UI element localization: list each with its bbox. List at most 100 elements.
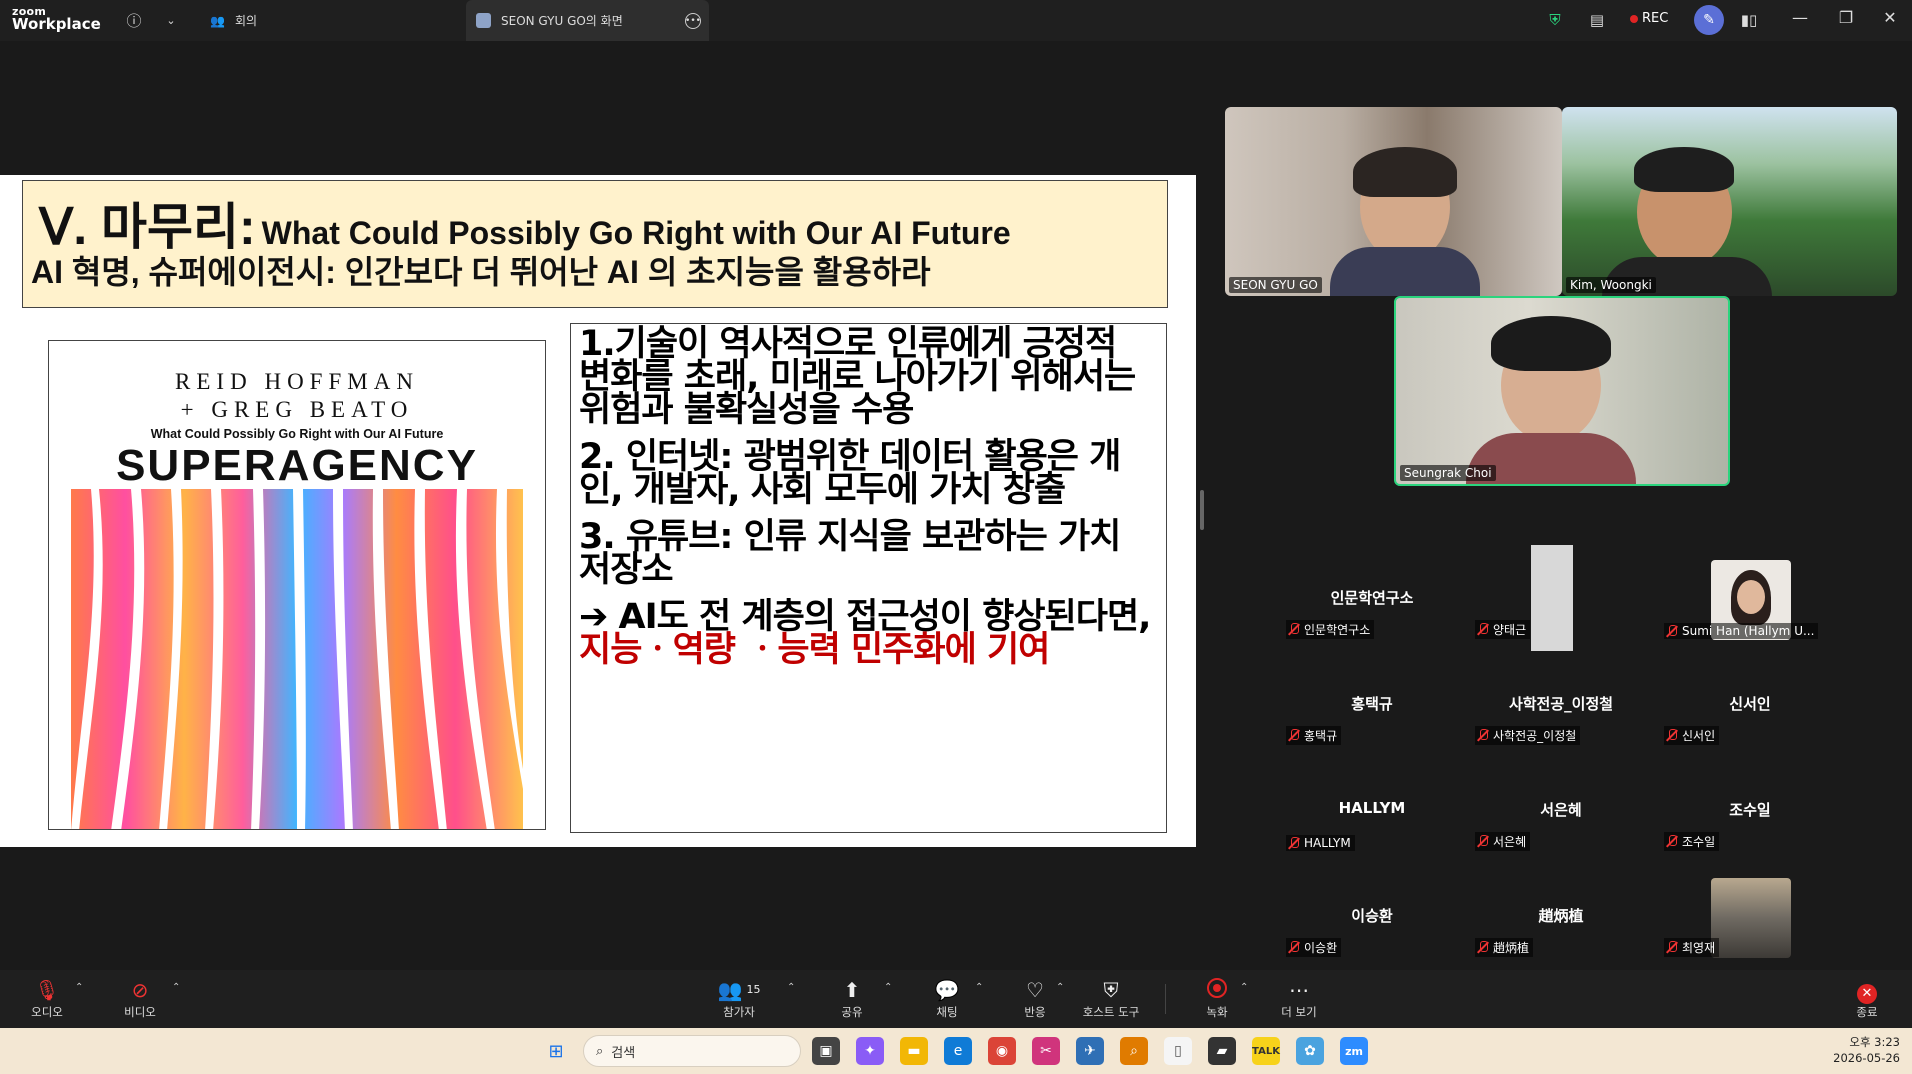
chat-icon: 💬: [934, 978, 960, 1002]
chevron-down-icon[interactable]: ⌄: [160, 9, 182, 31]
app-icon-2[interactable]: ✿: [1296, 1037, 1324, 1065]
tab-share[interactable]: SEON GYU GO의 화면 •••: [466, 0, 709, 41]
mic-muted-icon: [1666, 835, 1678, 848]
brand-bottom: Workplace: [12, 15, 101, 33]
mic-muted-icon: [1666, 729, 1678, 742]
edge-icon[interactable]: e: [944, 1037, 972, 1065]
host-tools-button[interactable]: ⛨ 호스트 도구: [1076, 978, 1146, 1020]
search-app-icon[interactable]: ⌕: [1120, 1037, 1148, 1065]
audio-label: 오디오: [31, 1005, 63, 1019]
windows-start-icon[interactable]: ⊞: [542, 1037, 570, 1065]
notes-icon[interactable]: ▤: [1586, 9, 1608, 31]
app-icon-1[interactable]: ✈: [1076, 1037, 1104, 1065]
snipping-tool-icon[interactable]: ✂: [1032, 1037, 1060, 1065]
participant-tile[interactable]: 趙炳植 趙炳植: [1469, 863, 1653, 963]
participant-big-name: 홍택규: [1351, 695, 1393, 713]
participant-label: 사학전공_이정철: [1475, 726, 1581, 745]
participants-button[interactable]: 👥 15 참가자: [704, 978, 774, 1020]
video-name-label: Kim, Woongki: [1566, 277, 1656, 293]
chevron-up-icon[interactable]: ⌃: [172, 982, 180, 993]
document-icon[interactable]: ▯: [1164, 1037, 1192, 1065]
participant-tile[interactable]: 이승환 이승환: [1280, 863, 1464, 963]
tab-share-label: SEON GYU GO의 화면: [501, 14, 623, 28]
end-label: 종료: [1856, 1005, 1878, 1019]
mic-muted-icon: [1477, 623, 1489, 636]
participant-label-text: Sumi Han (Hallym U...: [1682, 624, 1815, 638]
avatar[interactable]: ✎: [1694, 5, 1724, 35]
taskbar-clock[interactable]: 오후 3:23 2026-05-26: [1833, 1034, 1900, 1066]
chat-button[interactable]: 💬 채팅: [912, 978, 982, 1020]
mic-muted-icon: [1477, 941, 1489, 954]
chevron-up-icon[interactable]: ⌃: [787, 982, 795, 993]
participant-tile[interactable]: Sumi Han (Hallym U...: [1658, 545, 1842, 645]
participant-label-text: 서은혜: [1493, 835, 1527, 849]
restore-icon[interactable]: ❐: [1834, 8, 1858, 27]
video-tile-kim-woongki[interactable]: Kim, Woongki: [1562, 107, 1897, 296]
participant-tile[interactable]: 인문학연구소 인문학연구소: [1280, 545, 1464, 645]
copilot-icon[interactable]: ✦: [856, 1037, 884, 1065]
participant-hair: [1491, 316, 1611, 371]
participant-label-text: 조수일: [1682, 835, 1716, 849]
participant-tile[interactable]: 조수일 조수일: [1658, 757, 1842, 857]
chevron-up-icon[interactable]: ⌃: [75, 982, 83, 993]
video-tile-seungrak-choi[interactable]: Seungrak Choi: [1394, 296, 1730, 486]
share-button[interactable]: ⬆ 공유: [817, 978, 887, 1020]
video-name-label: Seungrak Choi: [1400, 465, 1496, 481]
search-placeholder: 검색: [611, 1045, 636, 1061]
participant-tile[interactable]: 서은혜 서은혜: [1469, 757, 1653, 857]
close-icon[interactable]: ✕: [1878, 8, 1902, 27]
mic-muted-icon: [1288, 623, 1300, 636]
people-icon: 👥: [210, 13, 225, 28]
info-icon[interactable]: ⓘ: [123, 9, 145, 31]
file-explorer-icon[interactable]: ▬: [900, 1037, 928, 1065]
participant-tile[interactable]: HALLYM HALLYM: [1280, 757, 1464, 857]
kakaotalk-icon[interactable]: TALK: [1252, 1037, 1280, 1065]
task-view-icon[interactable]: ▣: [812, 1037, 840, 1065]
participant-label: 조수일: [1664, 832, 1720, 851]
recording-indicator[interactable]: REC: [1630, 11, 1668, 26]
rec-label: REC: [1642, 11, 1669, 26]
participant-label: 인문학연구소: [1286, 620, 1375, 639]
participant-tile[interactable]: 사학전공_이정철 사학전공_이정철: [1469, 651, 1653, 751]
share-screen-icon: ⬆: [843, 978, 861, 1002]
participant-label: 趙炳植: [1475, 938, 1534, 957]
shield-check-icon[interactable]: ⛨: [1544, 9, 1566, 31]
taskbar-search-input[interactable]: ⌕ 검색: [583, 1035, 801, 1067]
video-button[interactable]: ⊘ 비디오: [105, 978, 175, 1020]
tab-meeting[interactable]: 👥 회의: [210, 0, 257, 41]
title-bar: zoom Workplace ⓘ ⌄ 👥 회의 SEON GYU GO의 화면 …: [0, 0, 1912, 41]
more-options-icon[interactable]: •••: [685, 12, 701, 29]
participant-label: HALLYM: [1286, 835, 1355, 851]
audio-button[interactable]: 🎙 오디오: [12, 978, 82, 1020]
chrome-icon[interactable]: ◉: [988, 1037, 1016, 1065]
record-label: 녹화: [1206, 1005, 1228, 1019]
layout-icon[interactable]: ▮▯: [1738, 9, 1760, 31]
participant-label: 이승환: [1286, 938, 1342, 957]
mic-muted-icon: [1477, 835, 1489, 848]
participant-big-name: 이승환: [1351, 907, 1393, 925]
panel-resize-handle[interactable]: [1200, 490, 1204, 530]
participant-label: 최영재: [1664, 938, 1720, 957]
shield-icon: ⛨: [1103, 978, 1119, 1002]
video-tile-seon-gyu-go[interactable]: SEON GYU GO: [1225, 107, 1562, 296]
participant-tile[interactable]: 양태근: [1469, 545, 1653, 651]
participant-tile[interactable]: 최영재: [1658, 863, 1842, 963]
mic-muted-icon: [1666, 624, 1678, 638]
chevron-up-icon[interactable]: ⌃: [884, 982, 892, 993]
participant-tile[interactable]: 홍택규 홍택규: [1280, 651, 1464, 751]
chevron-up-icon[interactable]: ⌃: [1056, 982, 1064, 993]
end-meeting-button[interactable]: ✕ 종료: [1832, 978, 1902, 1020]
mic-muted-icon: [1288, 729, 1300, 742]
participant-tile[interactable]: 신서인 신서인: [1658, 651, 1842, 751]
sticky-notes-icon[interactable]: ▰: [1208, 1037, 1236, 1065]
chevron-up-icon[interactable]: ⌃: [1240, 982, 1248, 993]
slide-title-box: Ⅴ. 마무리: What Could Possibly Go Right with…: [22, 180, 1168, 308]
slide-title-en: What Could Possibly Go Right with Our AI…: [261, 215, 1011, 251]
slide-text-box: 1.기술이 역사적으로 인류에게 긍정적 변화를 초래, 미래로 나아가기 위해…: [570, 323, 1167, 833]
participant-label-text: 양태근: [1493, 623, 1527, 637]
minimize-icon[interactable]: —: [1788, 8, 1812, 27]
participant-label: 서은혜: [1475, 832, 1531, 851]
chevron-up-icon[interactable]: ⌃: [975, 982, 983, 993]
more-button[interactable]: ⋯ 더 보기: [1264, 978, 1334, 1020]
zoom-app-icon[interactable]: zm: [1340, 1037, 1368, 1065]
